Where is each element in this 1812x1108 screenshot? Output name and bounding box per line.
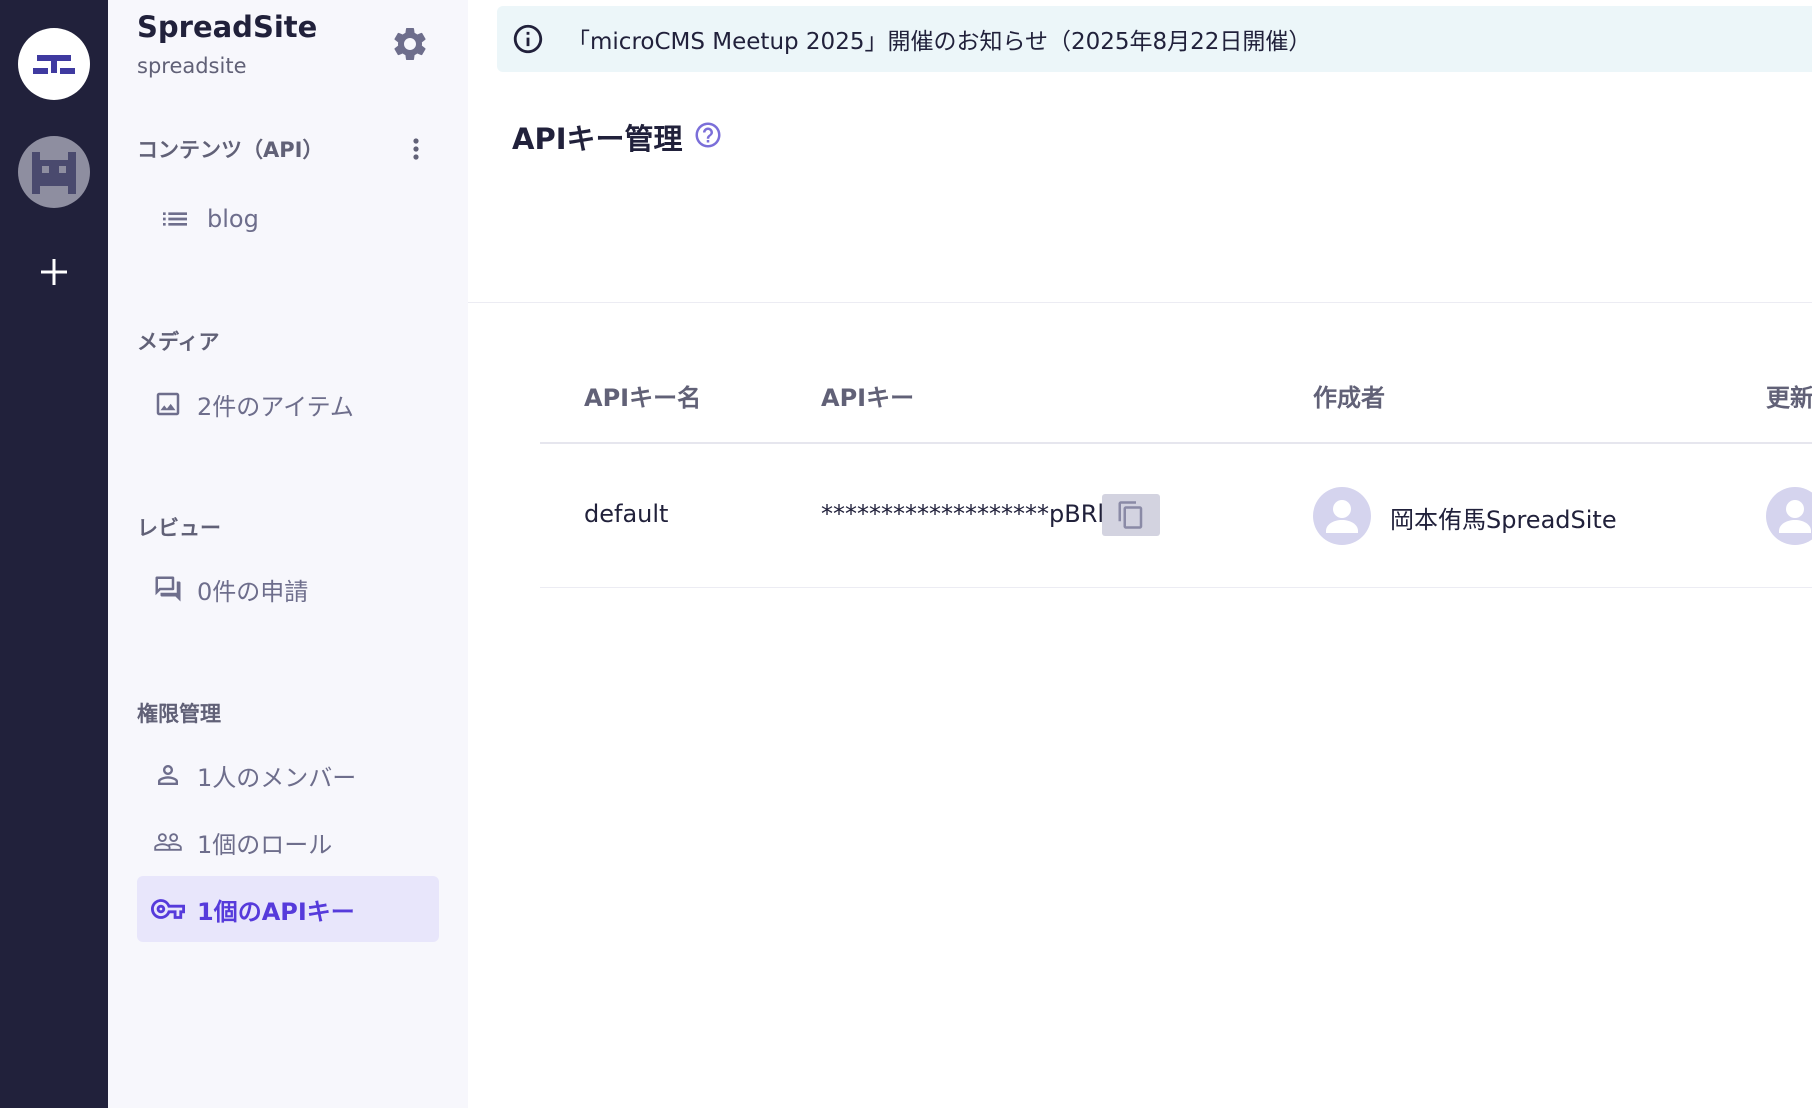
copy-icon xyxy=(1118,501,1143,529)
notice-banner[interactable]: 「microCMS Meetup 2025」開催のお知らせ（2025年8月22日… xyxy=(497,6,1812,72)
service-name: SpreadSite xyxy=(137,10,318,44)
service-avatar-spreadsite[interactable] xyxy=(18,28,90,100)
service-avatar-other[interactable] xyxy=(18,136,90,208)
chat-icon xyxy=(155,576,181,602)
settings-button[interactable] xyxy=(390,24,430,64)
spreadsite-logo-icon xyxy=(33,55,75,74)
user-avatar-icon xyxy=(1326,500,1358,533)
section-title-content: コンテンツ（API） xyxy=(137,138,324,162)
page-title: APIキー管理 xyxy=(512,122,683,156)
image-icon xyxy=(156,392,180,416)
help-icon xyxy=(695,122,720,148)
page-header: APIキー管理 xyxy=(512,116,723,158)
content-menu-button[interactable] xyxy=(404,134,428,164)
sidebar-item-label: 1人のメンバー xyxy=(197,763,357,792)
table-row-divider xyxy=(540,587,1812,588)
service-id: spreadsite xyxy=(137,54,247,78)
sidebar-item-media[interactable]: 2件のアイテム xyxy=(137,371,439,437)
gear-icon xyxy=(394,28,426,60)
table-header-divider xyxy=(540,442,1812,444)
api-key-value-cell: *******************pBRl xyxy=(821,500,1105,528)
main-content: 「microCMS Meetup 2025」開催のお知らせ（2025年8月22日… xyxy=(468,0,1812,1108)
sidebar-item-label: 1個のAPIキー xyxy=(197,897,355,926)
info-icon xyxy=(513,24,543,54)
user-avatar-icon xyxy=(1779,500,1811,533)
service-rail xyxy=(0,0,108,1108)
api-key-name-cell[interactable]: default xyxy=(584,500,668,528)
plus-icon xyxy=(41,259,67,285)
key-icon xyxy=(151,899,185,919)
sidebar-item-label: 0件の申請 xyxy=(197,577,309,606)
creator-avatar xyxy=(1313,487,1371,545)
sidebar-item-roles[interactable]: 1個のロール xyxy=(137,809,439,875)
section-title-permissions: 権限管理 xyxy=(137,702,221,726)
sidebar: SpreadSite spreadsite コンテンツ（API） blog メデ… xyxy=(108,0,468,1108)
sidebar-item-label: 2件のアイテム xyxy=(197,392,354,421)
sidebar-item-label: blog xyxy=(207,205,259,233)
pixel-monster-avatar-icon xyxy=(32,152,76,194)
header-divider xyxy=(468,302,1812,303)
section-title-review: レビュー xyxy=(137,516,221,540)
sidebar-item-api-keys[interactable]: 1個のAPIキー xyxy=(137,876,439,942)
sidebar-item-blog[interactable]: blog xyxy=(137,186,439,252)
sidebar-item-members[interactable]: 1人のメンバー xyxy=(137,742,439,808)
sidebar-item-review[interactable]: 0件の申請 xyxy=(137,556,439,622)
copy-api-key-button[interactable] xyxy=(1102,494,1160,536)
notice-text: 「microCMS Meetup 2025」開催のお知らせ（2025年8月22日… xyxy=(567,29,1312,55)
kebab-menu-icon xyxy=(413,138,419,160)
creator-name: 岡本侑馬SpreadSite xyxy=(1390,506,1617,534)
add-service-button[interactable] xyxy=(34,252,74,292)
updater-avatar xyxy=(1766,487,1812,545)
section-title-media: メディア xyxy=(137,330,220,354)
person-icon xyxy=(158,765,178,785)
column-header-updated: 更新 xyxy=(1766,384,1812,412)
people-icon xyxy=(154,833,182,851)
help-button[interactable] xyxy=(693,120,723,154)
column-header-key-name: APIキー名 xyxy=(584,384,702,412)
list-icon xyxy=(163,212,187,226)
column-header-api-key: APIキー xyxy=(821,384,915,412)
sidebar-item-label: 1個のロール xyxy=(197,830,333,859)
column-header-creator: 作成者 xyxy=(1313,384,1385,412)
